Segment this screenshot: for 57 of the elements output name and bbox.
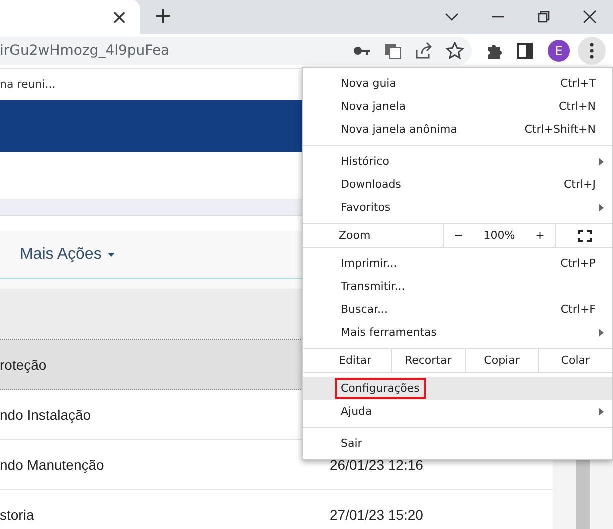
menu-item-label: Histórico: [340, 154, 390, 170]
side-panel-icon[interactable]: [516, 42, 534, 60]
profile-avatar[interactable]: E: [548, 40, 570, 62]
menu-item-label: Nova janela anônima: [340, 122, 458, 138]
menu-item-label: Transmitir...: [340, 279, 406, 295]
edit-button[interactable]: Recortar: [391, 349, 465, 372]
menu-item[interactable]: Nova guia Ctrl+T: [303, 72, 612, 95]
zoom-out-button[interactable]: −: [454, 229, 464, 242]
menu-item-label: Downloads: [340, 177, 402, 193]
translate-icon[interactable]: [384, 42, 402, 60]
zoom-value: 100%: [484, 229, 516, 242]
puzzle-icon[interactable]: [485, 42, 503, 60]
menu-item-label: Nova janela: [340, 99, 408, 115]
address-bar[interactable]: irGu2wHmozg_4l9puFea: [0, 37, 472, 65]
row-title: roteção: [0, 356, 48, 372]
edit-button[interactable]: Colar: [538, 349, 612, 372]
shortcut-text: Ctrl+J: [564, 178, 596, 191]
menu-icon[interactable]: [578, 37, 606, 65]
star-icon[interactable]: [446, 42, 464, 60]
edit-button[interactable]: Copiar: [464, 349, 538, 372]
menu-item[interactable]: Downloads Ctrl+J: [303, 173, 612, 196]
menu-item[interactable]: Configurações: [303, 377, 612, 400]
row-date: 26/01/23 12:16: [330, 456, 424, 472]
menu-item-label: Mais ferramentas: [340, 325, 438, 341]
menu-item-label: Imprimir...: [340, 256, 398, 272]
edit-label: Editar: [338, 354, 373, 367]
browser-tab[interactable]: ×: [0, 0, 140, 34]
bookmark-link[interactable]: na reuni...: [0, 78, 56, 91]
menu-item-label: Favoritos: [340, 200, 392, 216]
new-tab-button[interactable]: +: [154, 6, 172, 28]
shortcut-text: Ctrl+P: [560, 257, 596, 270]
row-date: 27/01/23 15:20: [330, 506, 424, 522]
share-icon[interactable]: [415, 42, 433, 60]
menu-item-label: Configurações: [335, 378, 426, 399]
caret-icon: [108, 252, 115, 256]
fullscreen-icon[interactable]: [578, 230, 592, 242]
zoom-in-button[interactable]: +: [536, 229, 545, 242]
row-title: ndo Instalação: [0, 406, 92, 422]
menu-item[interactable]: Imprimir... Ctrl+P: [303, 252, 612, 275]
shortcut-text: Ctrl+Shift+N: [524, 123, 596, 136]
menu-item[interactable]: Nova janela Ctrl+N: [303, 95, 612, 118]
menu-item[interactable]: Nova janela anônima Ctrl+Shift+N: [303, 118, 612, 141]
menu-item-label: Nova guia: [340, 76, 398, 92]
row-title: ndo Manutenção: [0, 456, 106, 472]
menu-item-label: Ajuda: [340, 404, 374, 420]
row-title: storia: [0, 506, 36, 522]
shortcut-text: Ctrl+N: [558, 100, 596, 113]
menu-item[interactable]: Favoritos: [303, 196, 612, 219]
shortcut-text: Ctrl+T: [560, 77, 596, 90]
more-actions-dropdown[interactable]: Mais Ações: [20, 246, 115, 264]
menu-item-label: Buscar...: [340, 302, 390, 318]
close-tab-button[interactable]: ×: [107, 7, 132, 27]
zoom-label: Zoom: [338, 229, 372, 242]
shortcut-text: Ctrl+F: [560, 303, 596, 316]
menu-item[interactable]: Buscar... Ctrl+F: [303, 298, 612, 321]
menu-item[interactable]: Histórico: [303, 150, 612, 173]
menu-item[interactable]: Transmitir...: [303, 275, 612, 298]
